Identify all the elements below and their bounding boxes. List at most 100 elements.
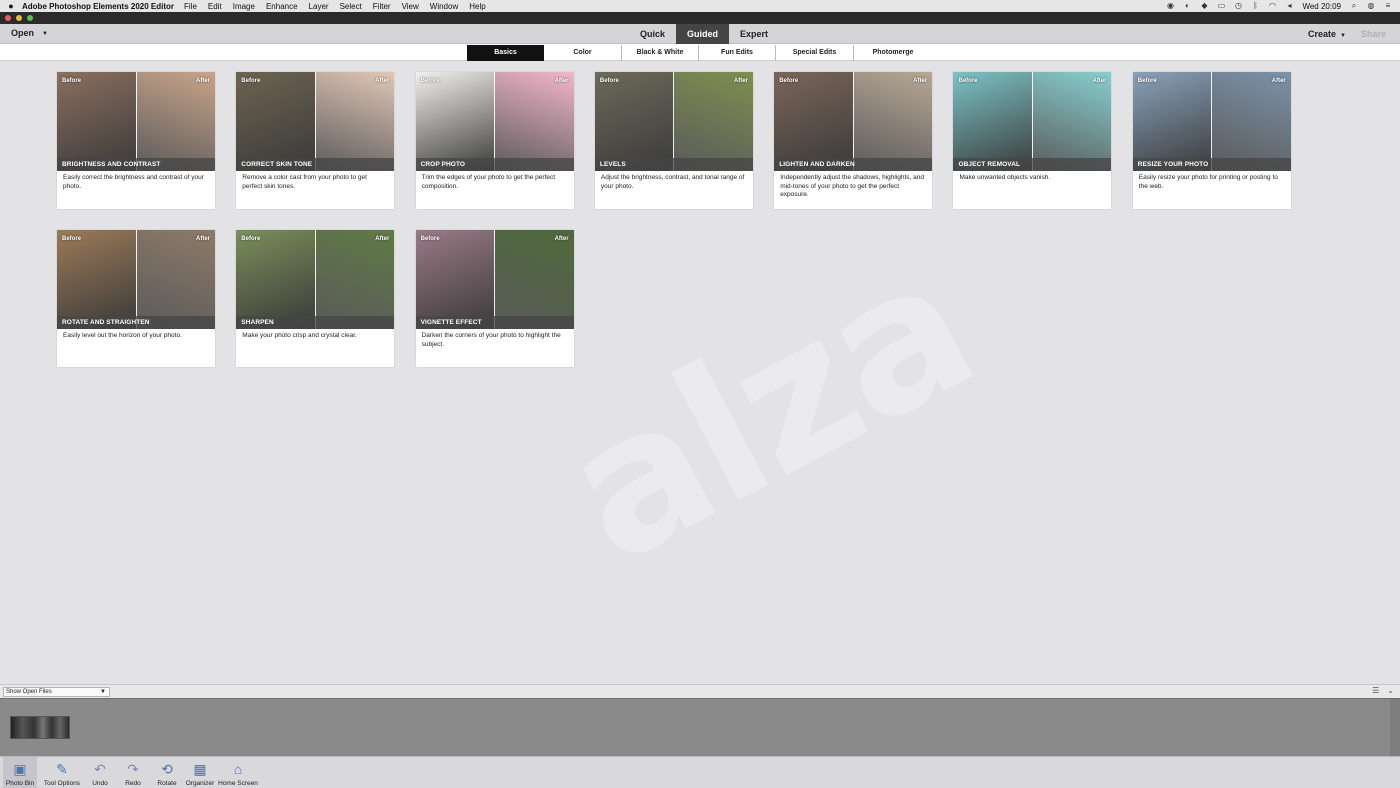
menu-view[interactable]: View	[402, 2, 419, 11]
card-thumbnail[interactable]: Before After Object Removal	[953, 72, 1112, 171]
before-image	[415, 72, 495, 171]
photo-bin-button[interactable]: ▣ Photo Bin	[3, 757, 37, 788]
card-thumbnail[interactable]: Before After Sharpen	[236, 230, 395, 329]
apple-icon[interactable]: ●	[0, 1, 22, 11]
before-after-divider	[673, 72, 675, 171]
before-image	[774, 72, 854, 171]
create-button[interactable]: Create ▼	[1308, 29, 1346, 39]
card-thumbnail[interactable]: Before After Vignette Effect	[415, 230, 574, 329]
before-label: Before	[958, 78, 978, 84]
open-file-thumbnail[interactable]	[10, 716, 70, 739]
card-thumbnail[interactable]: Before After Correct Skin Tone	[236, 72, 395, 171]
guided-edit-card[interactable]: Before After Sharpen Make your photo cri…	[236, 230, 395, 367]
guided-edit-card[interactable]: Before After Vignette Effect Darken the …	[415, 230, 574, 367]
card-thumbnail[interactable]: Before After Resize Your Photo	[1132, 72, 1291, 171]
tool-options-button[interactable]: ✎ Tool Options	[40, 757, 84, 788]
menu-filter[interactable]: Filter	[373, 2, 391, 11]
minimize-window-button[interactable]	[16, 15, 22, 21]
card-description: Adjust the brightness, contrast, and ton…	[600, 174, 745, 190]
guided-edit-card[interactable]: Before After Resize Your Photo Easily re…	[1132, 72, 1291, 209]
show-open-files-select[interactable]: Show Open Files ▼	[3, 687, 110, 697]
clock[interactable]: Wed 20:09	[1302, 2, 1341, 11]
rotate-button[interactable]: ⟲ Rotate	[153, 757, 181, 788]
share-button[interactable]: Share	[1361, 29, 1386, 39]
before-after-divider	[314, 72, 316, 171]
subtab-fun-edits[interactable]: Fun Edits	[699, 44, 776, 61]
card-title: Object Removal	[953, 158, 1112, 171]
mac-menubar: ● Adobe Photoshop Elements 2020 Editor F…	[0, 0, 1400, 12]
open-label: Open	[11, 28, 35, 38]
close-window-button[interactable]	[5, 15, 11, 21]
tab-quick[interactable]: Quick	[629, 24, 676, 44]
organizer-button[interactable]: ▦ Organizer	[184, 757, 216, 788]
home-icon: ⌂	[233, 761, 243, 777]
after-label: After	[195, 78, 210, 84]
guided-edit-card[interactable]: Before After Rotate and Straighten Easil…	[57, 230, 215, 367]
rotate-icon: ⟲	[161, 761, 173, 777]
spotlight-icon[interactable]: ⌕	[1350, 2, 1358, 10]
after-label: After	[733, 78, 748, 84]
subtab-black-white[interactable]: Black & White	[622, 44, 699, 61]
before-image	[57, 230, 136, 329]
menu-file[interactable]: File	[184, 2, 197, 11]
menu-layer[interactable]: Layer	[309, 2, 329, 11]
guided-edit-card[interactable]: Before After Crop Photo Trim the edges o…	[415, 72, 574, 209]
guided-edits-grid: Before After Brightness and Contrast Eas…	[57, 72, 1297, 367]
menu-select[interactable]: Select	[340, 2, 362, 11]
card-thumbnail[interactable]: Before After Crop Photo	[415, 72, 574, 171]
card-thumbnail[interactable]: Before After Levels	[594, 72, 753, 171]
creative-cloud-icon[interactable]: ◉	[1166, 2, 1174, 10]
card-thumbnail[interactable]: Before After Brightness and Contrast	[57, 72, 215, 171]
menu-image[interactable]: Image	[233, 2, 255, 11]
antivirus-icon[interactable]: ◐	[1183, 2, 1191, 10]
before-after-divider	[314, 230, 316, 329]
guided-edit-card[interactable]: Before After Lighten and Darken Independ…	[774, 72, 933, 209]
app-name-menu[interactable]: Adobe Photoshop Elements 2020 Editor	[22, 2, 174, 11]
after-label: After	[1271, 78, 1286, 84]
menu-edit[interactable]: Edit	[208, 2, 222, 11]
volume-icon[interactable]: ◂	[1285, 2, 1293, 10]
open-button[interactable]: Open ▼	[11, 28, 48, 38]
card-thumbnail[interactable]: Before After Rotate and Straighten	[57, 230, 215, 329]
notification-center-icon[interactable]: ≡	[1384, 2, 1392, 10]
zoom-window-button[interactable]	[27, 15, 33, 21]
before-label: Before	[62, 236, 82, 242]
subtab-color[interactable]: Color	[544, 44, 622, 61]
wifi-icon[interactable]: ◠	[1268, 2, 1276, 10]
tab-guided[interactable]: Guided	[676, 24, 730, 44]
home-screen-button[interactable]: ⌂ Home Screen	[216, 757, 260, 788]
before-label: Before	[62, 78, 82, 84]
card-thumbnail[interactable]: Before After Lighten and Darken	[774, 72, 933, 171]
time-machine-icon[interactable]: ◷	[1234, 2, 1242, 10]
before-image	[57, 72, 136, 171]
guided-edit-card[interactable]: Before After Object Removal Make unwante…	[953, 72, 1112, 209]
tab-expert[interactable]: Expert	[729, 24, 779, 44]
after-image	[853, 72, 933, 171]
guided-edit-card[interactable]: Before After Levels Adjust the brightnes…	[594, 72, 753, 209]
subtab-photomerge[interactable]: Photomerge	[854, 45, 932, 61]
chevron-down-icon: ▼	[42, 30, 48, 37]
undo-button[interactable]: ↶ Undo	[87, 757, 113, 788]
redo-button[interactable]: ↷ Redo	[120, 757, 146, 788]
subtab-special-edits[interactable]: Special Edits	[776, 44, 854, 61]
chevron-down-icon: ▼	[100, 689, 106, 695]
display-icon[interactable]: ▭	[1217, 2, 1226, 10]
bluetooth-icon[interactable]: ᛒ	[1251, 2, 1259, 10]
app-status-icon[interactable]: ◆	[1200, 2, 1208, 10]
menu-help[interactable]: Help	[469, 2, 485, 11]
subtab-basics[interactable]: Basics	[467, 44, 544, 61]
bin-scrollbar[interactable]	[1390, 699, 1400, 757]
menu-enhance[interactable]: Enhance	[266, 2, 298, 11]
bin-menu-icon[interactable]: ☰	[1372, 686, 1379, 695]
guided-edit-card[interactable]: Before After Brightness and Contrast Eas…	[57, 72, 215, 209]
tool-options-icon: ✎	[56, 761, 68, 777]
after-image	[315, 230, 395, 329]
menu-window[interactable]: Window	[430, 2, 458, 11]
card-title: Correct Skin Tone	[236, 158, 395, 171]
before-label: Before	[599, 78, 619, 84]
siri-icon[interactable]: ◍	[1367, 2, 1375, 10]
guided-edit-card[interactable]: Before After Correct Skin Tone Remove a …	[236, 72, 395, 209]
organizer-icon: ▦	[193, 761, 207, 777]
collapse-bin-icon[interactable]: ⌄	[1387, 686, 1394, 695]
before-label: Before	[779, 78, 799, 84]
